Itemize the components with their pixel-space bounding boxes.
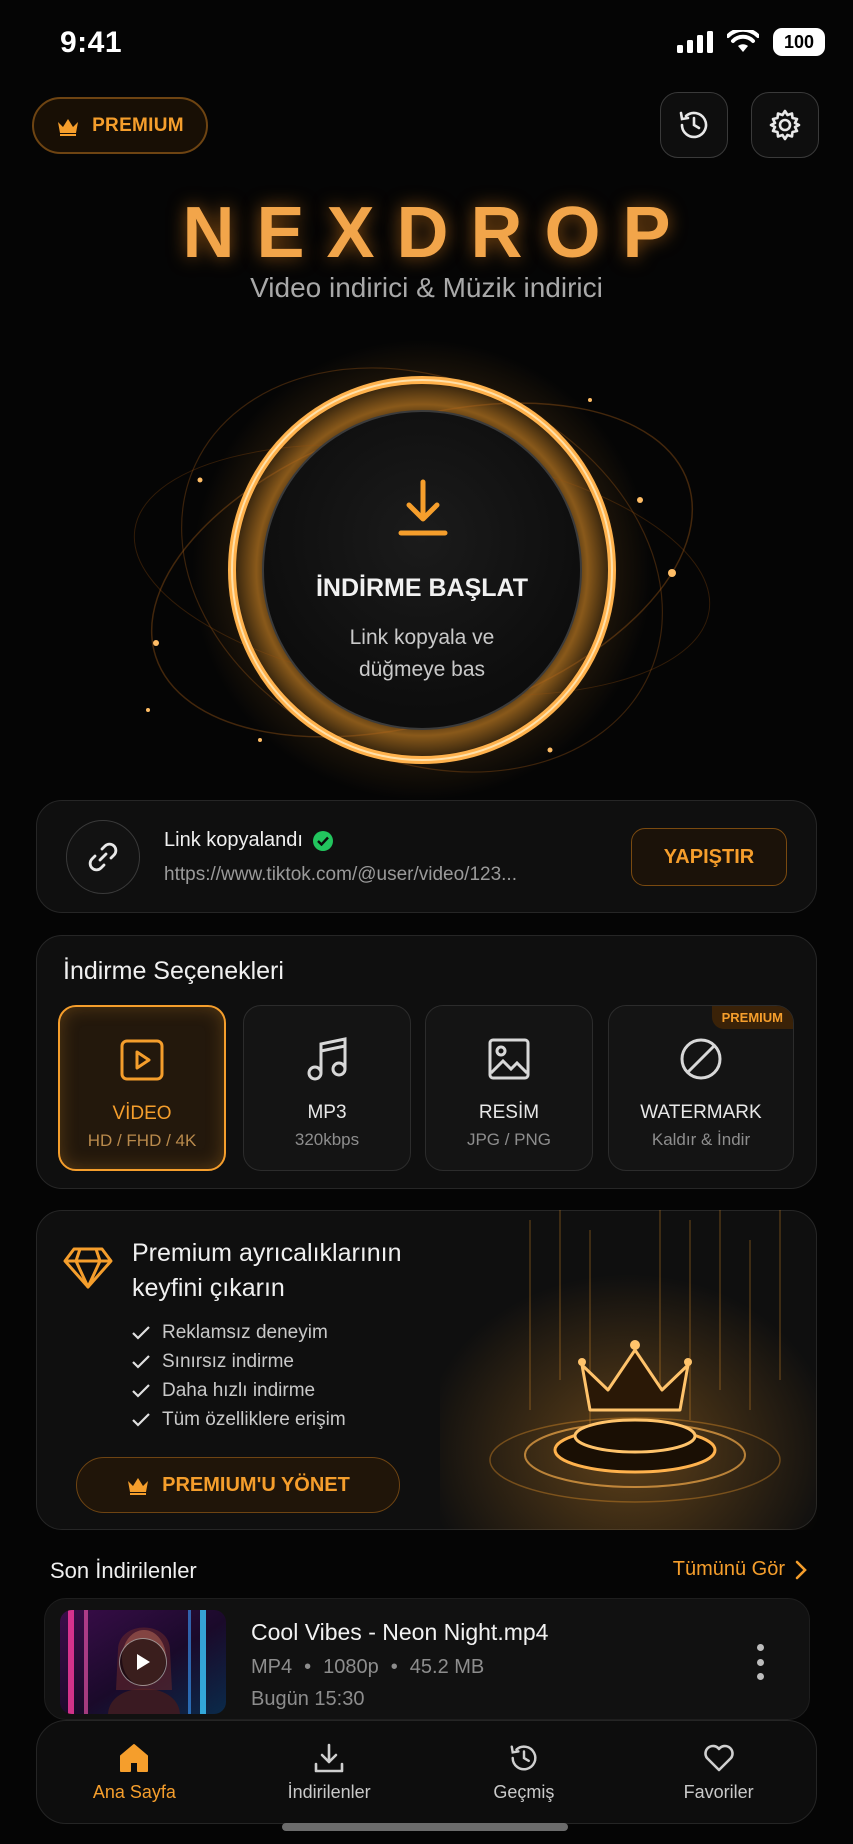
checkmark-icon [132,1383,150,1398]
see-all-link[interactable]: Tümünü Gör [673,1558,807,1581]
no-watermark-icon [680,1038,722,1080]
play-icon [137,1654,150,1670]
premium-benefits-list: Reklamsız deneyim Sınırsız indirme Daha … [132,1318,346,1434]
option-video-label: VİDEO [112,1103,172,1124]
bottom-tab-bar: Ana Sayfa İndirilenler Geçmiş Favoriler [36,1720,817,1824]
option-mp3[interactable]: MP3 320kbps [243,1005,411,1171]
tab-downloads[interactable]: İndirilenler [254,1742,404,1803]
history-button[interactable] [660,92,728,158]
file-format: MP4 [251,1656,293,1678]
start-title: İNDİRME BAŞLAT [315,574,529,602]
tab-home-label: Ana Sayfa [92,1781,176,1802]
download-icon [314,1743,344,1772]
link-icon [88,842,118,872]
history-icon [510,1744,537,1770]
more-dot [756,1644,764,1651]
download-arrow-icon [398,479,448,536]
music-note-icon [307,1037,347,1081]
image-icon [488,1038,530,1080]
benefit-item: Tüm özelliklere erişim [132,1405,346,1434]
option-video[interactable]: VİDEO HD / FHD / 4K [58,1005,226,1171]
option-watermark-sub: Kaldır & İndir [651,1130,751,1149]
more-dot [756,1673,764,1680]
option-watermark[interactable]: PREMIUM WATERMARK Kaldır & İndir [608,1005,794,1171]
benefit-item: Sınırsız indirme [132,1347,346,1376]
benefit-item: Reklamsız deneyim [132,1318,346,1347]
recent-downloads-title: Son İndirilenler [50,1558,197,1583]
crown-icon [58,118,79,136]
video-thumbnail[interactable] [60,1610,226,1714]
tab-home[interactable]: Ana Sayfa [59,1742,209,1803]
download-options-title: İndirme Seçenekleri [63,957,284,985]
history-icon [679,111,708,139]
crown-icon [128,1478,149,1495]
option-mp3-sub: 320kbps [294,1130,360,1149]
signal-icon [677,31,713,53]
crown-pedestal-art [440,1210,817,1530]
option-image[interactable]: RESİM JPG / PNG [425,1005,593,1171]
diamond-icon [63,1247,113,1289]
link-icon-circle [66,820,140,894]
heart-icon [703,1744,734,1771]
file-name: Cool Vibes - Neon Night.mp4 [251,1619,549,1645]
manage-premium-button[interactable]: PREMIUM'U YÖNET [76,1457,400,1513]
tab-favorites-label: Favoriler [683,1781,754,1802]
tab-favorites[interactable]: Favoriler [644,1742,794,1803]
status-icons: 100 [677,28,825,56]
app-subtitle: Video indirici & Müzik indirici [250,272,603,303]
option-mp3-label: MP3 [307,1102,347,1123]
check-icon [312,830,333,851]
checkmark-icon [132,1412,150,1427]
play-button[interactable] [119,1638,167,1686]
benefit-label: Tüm özelliklere erişim [162,1408,346,1430]
link-status-label: Link kopyalandı [164,829,303,851]
file-resolution: 1080p [323,1656,379,1678]
premium-badge: PREMIUM [711,1006,793,1029]
link-url: https://www.tiktok.com/@user/video/123..… [164,864,517,885]
tab-history-label: Geçmiş [493,1781,555,1802]
video-play-icon [120,1039,164,1081]
option-video-sub: HD / FHD / 4K [87,1131,197,1150]
gear-icon [769,109,801,141]
premium-label: PREMIUM [92,114,184,136]
chevron-right-icon [795,1560,807,1579]
start-subtitle-line2: düğmeye bas [358,658,486,681]
checkmark-icon [132,1354,150,1369]
option-image-label: RESİM [478,1102,540,1123]
benefit-item: Daha hızlı indirme [132,1376,346,1405]
benefit-label: Reklamsız deneyim [162,1321,328,1343]
wifi-icon [727,30,759,52]
option-watermark-label: WATERMARK [640,1102,762,1123]
battery-indicator: 100 [773,28,825,56]
benefit-label: Sınırsız indirme [162,1350,294,1372]
benefit-label: Daha hızlı indirme [162,1379,316,1401]
settings-button[interactable] [751,92,819,158]
file-meta: MP4 • 1080p • 45.2 MB [251,1656,484,1679]
tab-history[interactable]: Geçmiş [449,1742,599,1803]
paste-button[interactable]: YAPIŞTIR [631,828,787,886]
checkmark-icon [132,1325,150,1340]
file-size: 45.2 MB [409,1656,485,1678]
link-status: Link kopyalandı [164,829,333,852]
manage-premium-label: PREMIUM'U YÖNET [162,1473,350,1496]
premium-promo-title: Premium ayrıcalıklarının keyfini çıkarın [132,1239,402,1302]
tab-downloads-label: İndirilenler [287,1781,371,1802]
more-options-button[interactable] [748,1640,772,1684]
start-subtitle: Link kopyala ve düğmeye bas [262,622,582,686]
home-icon [120,1743,149,1772]
app-logo: NEXDROP [182,193,693,273]
status-time: 9:41 [60,26,123,59]
file-time: Bugün 15:30 [251,1688,365,1710]
home-indicator [282,1823,568,1831]
see-all-label: Tümünü Gör [672,1558,785,1580]
premium-button[interactable]: PREMIUM [32,97,208,154]
meta-separator: • [304,1656,312,1678]
meta-separator: • [390,1656,398,1678]
start-subtitle-line1: Link kopyala ve [349,626,495,649]
option-image-sub: JPG / PNG [466,1130,552,1149]
more-dot [756,1658,764,1666]
